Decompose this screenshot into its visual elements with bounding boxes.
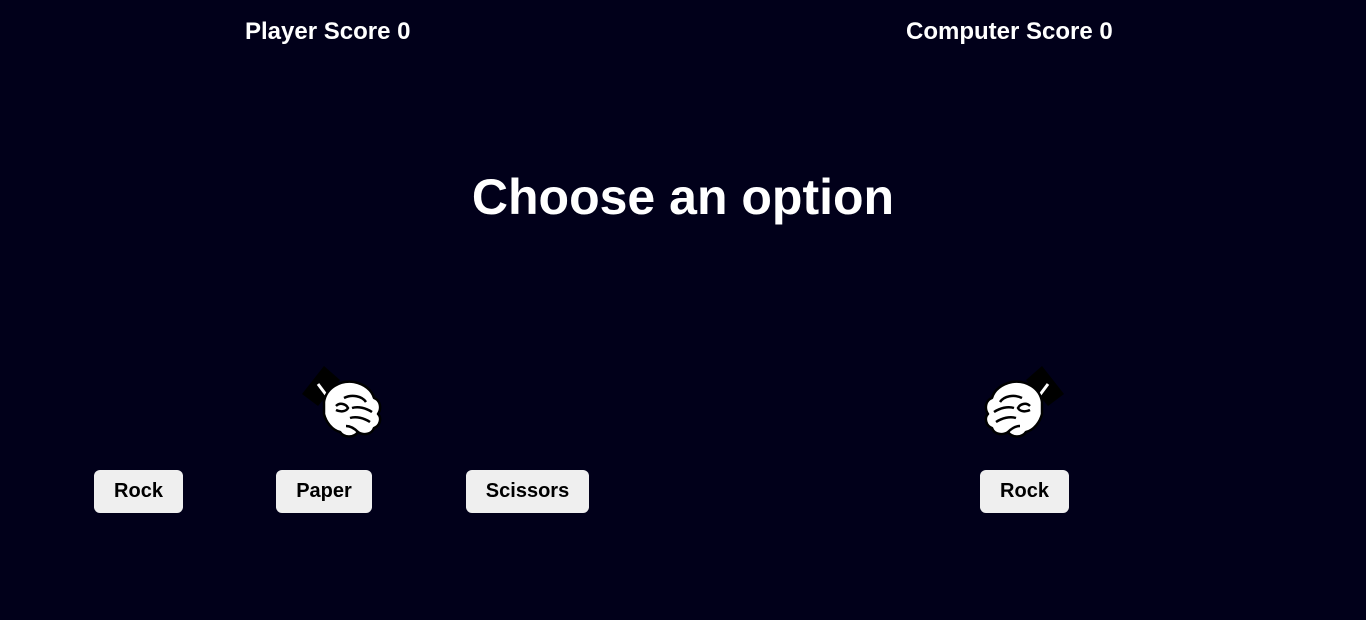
rock-button[interactable]: Rock <box>94 470 183 513</box>
paper-button[interactable]: Paper <box>276 470 372 513</box>
computer-choice-button[interactable]: Rock <box>980 470 1069 513</box>
scissors-button[interactable]: Scissors <box>466 470 589 513</box>
computer-score: Computer Score 0 <box>906 18 1113 45</box>
computer-rock-fist-icon <box>982 360 1066 440</box>
prompt-heading: Choose an option <box>471 169 895 225</box>
player-score: Player Score 0 <box>245 18 411 45</box>
player-rock-fist-icon <box>300 360 384 440</box>
